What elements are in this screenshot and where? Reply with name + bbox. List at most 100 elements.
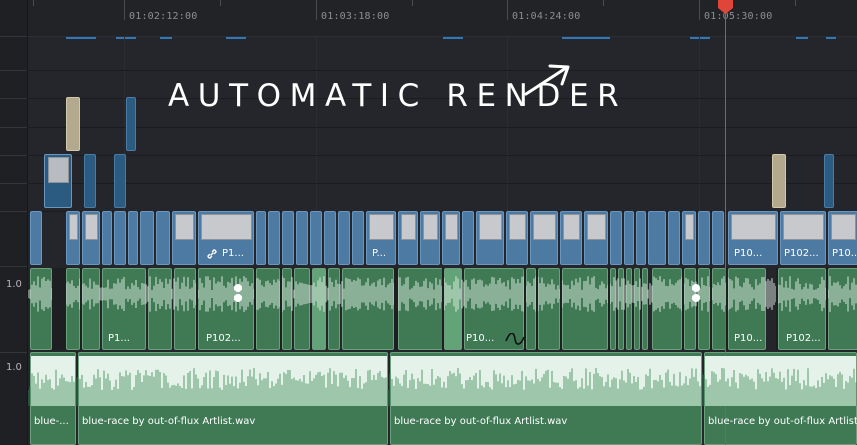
video-clip[interactable] [624,211,634,265]
audio-clip[interactable] [398,268,444,350]
audio-clip[interactable] [148,268,172,350]
audio-clip[interactable] [342,268,394,350]
audio-clip[interactable] [174,268,196,350]
render-cache-marker [562,37,610,39]
audio-clip[interactable] [712,268,726,350]
clip-gap [80,268,82,350]
audio-clip[interactable] [698,268,710,350]
video-clip[interactable] [398,211,418,265]
video-clip[interactable] [682,211,696,265]
audio-clip[interactable] [30,268,52,350]
curve-keyframe-icon[interactable] [505,333,525,345]
audio-clip[interactable] [538,268,560,350]
video-clip[interactable] [114,154,126,208]
video-clip[interactable] [256,211,266,265]
audio-clip[interactable] [610,268,616,350]
audio-clip[interactable] [256,268,280,350]
audio-clip[interactable] [294,268,310,350]
music-waveform [391,356,701,406]
video-clip[interactable] [560,211,582,265]
clip-thumbnail [731,214,776,240]
video-clip[interactable] [442,211,460,265]
video-clip[interactable] [44,154,72,208]
header-divider [0,155,27,156]
video-clip[interactable] [824,154,834,208]
music-waveform [31,356,75,406]
timeline-panel[interactable]: 1.0 1.0 01:02:12:00 01:03:18:00 01:04:24… [0,0,857,445]
ruler-tick [507,0,508,20]
video-clip[interactable] [420,211,440,265]
keyframe-dot[interactable] [234,284,242,292]
clip-thumbnail [175,214,194,240]
audio-clip[interactable] [66,268,80,350]
video-clip[interactable] [636,211,646,265]
ruler-tick [795,0,796,6]
ruler-tick [33,0,34,6]
video-clip[interactable] [268,211,280,265]
audio-clip[interactable] [562,268,608,350]
audio-clip[interactable] [82,268,100,350]
video-clip[interactable] [610,211,622,265]
audio-clip[interactable] [626,268,632,350]
keyframe-dot[interactable] [234,294,242,302]
audio-clip[interactable] [282,268,292,350]
header-divider [0,70,27,71]
video-clip[interactable] [338,211,350,265]
video-clip[interactable] [310,211,322,265]
video-clip[interactable] [282,211,294,265]
video-clip[interactable] [66,211,80,265]
video-clip[interactable] [102,211,112,265]
music-clip-label: blue-race by out-of-flux Artlist.wav [82,416,256,427]
ruler-tick [124,0,125,20]
video-clip[interactable] [462,211,474,265]
clip-gap [710,268,712,350]
video-clip[interactable] [66,97,80,151]
video-clip[interactable] [84,154,96,208]
video-clip[interactable] [476,211,504,265]
audio-clip[interactable] [642,268,648,350]
clip-gap [280,268,282,350]
video-clip[interactable] [140,211,154,265]
video-clip[interactable] [506,211,528,265]
render-cache-marker [66,37,96,39]
video-clip[interactable] [648,211,666,265]
video-clip[interactable] [584,211,608,265]
video-clip[interactable] [712,211,724,265]
video-clip[interactable] [128,211,138,265]
video-clip[interactable] [698,211,710,265]
keyframe-dot[interactable] [692,294,700,302]
audio-clip[interactable] [444,268,462,350]
track-separator [28,127,857,128]
audio-clip[interactable] [526,268,536,350]
clip-label: P102... [784,248,819,259]
video-clip[interactable] [530,211,558,265]
render-cache-marker [160,37,172,39]
audio-clip[interactable] [312,268,326,350]
audio-clip[interactable] [618,268,624,350]
audio-level-a2: 1.0 [6,362,22,373]
video-clip[interactable] [156,211,170,265]
video-clip[interactable] [668,211,680,265]
video-clip[interactable] [352,211,364,265]
audio-clip[interactable] [634,268,640,350]
video-clip[interactable] [772,154,786,208]
video-clip[interactable] [296,211,308,265]
video-clip[interactable] [172,211,196,265]
clip-label: P10... [734,333,763,344]
video-clip[interactable] [82,211,100,265]
clip-gap [52,268,66,350]
audio-clip[interactable] [328,268,340,350]
timecode-label: 01:02:12:00 [129,11,198,22]
audio-clip[interactable] [684,268,696,350]
video-clip[interactable] [30,211,42,265]
clip-thumbnail [685,214,694,240]
audio-clip[interactable] [828,268,857,350]
audio-clip[interactable] [652,268,682,350]
video-clip[interactable] [324,211,336,265]
playhead-icon[interactable] [717,0,734,14]
keyframe-dot[interactable] [692,284,700,292]
clip-thumbnail [69,214,78,240]
video-clip[interactable] [114,211,126,265]
clip-thumbnail [831,214,856,240]
video-clip[interactable] [126,97,136,151]
